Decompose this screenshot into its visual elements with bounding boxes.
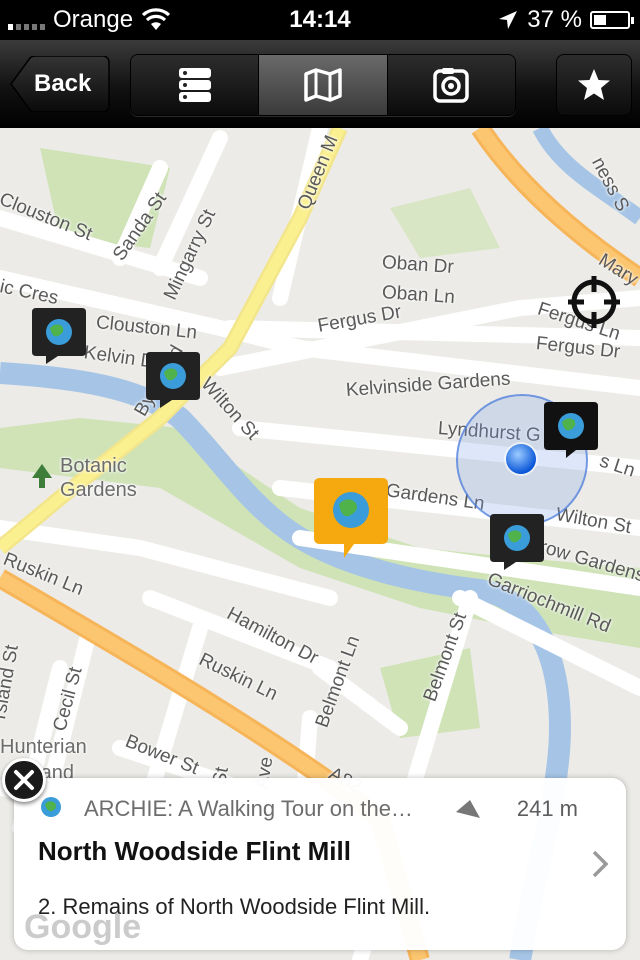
battery-percentage: 37 % <box>527 6 582 33</box>
navigation-bar: Back <box>0 40 640 129</box>
stop-title: North Woodside Flint Mill <box>38 836 351 866</box>
tour-stop-pin[interactable] <box>490 514 544 575</box>
direction-arrow-icon <box>456 800 480 818</box>
list-view-tab[interactable] <box>131 55 260 115</box>
back-button-label: Back <box>34 70 92 97</box>
back-button[interactable]: Back <box>10 56 110 112</box>
selected-tour-stop-pin[interactable] <box>314 478 388 563</box>
camera-icon <box>433 68 470 103</box>
camera-view-tab[interactable] <box>387 55 515 115</box>
close-card-button[interactable] <box>2 758 46 802</box>
tour-stop-pin[interactable] <box>32 308 86 369</box>
battery-icon <box>590 11 634 29</box>
map-icon <box>304 68 342 102</box>
tour-name: ARCHIE: A Walking Tour on the… <box>84 796 413 821</box>
status-bar: Orange 14:14 37 % <box>0 0 640 40</box>
tour-stop-pin[interactable] <box>146 352 200 413</box>
locate-me-icon[interactable] <box>566 274 622 330</box>
map-view-tab[interactable] <box>259 55 388 115</box>
distance-label: 241 m <box>516 796 578 821</box>
poi-label: Botanic Gardens <box>60 455 137 501</box>
list-icon <box>178 68 211 102</box>
favorite-button[interactable] <box>556 54 632 116</box>
close-icon <box>14 770 34 790</box>
location-services-icon <box>499 11 518 29</box>
map-attribution: Google <box>24 908 142 946</box>
view-mode-segmented-control <box>130 54 516 116</box>
tour-stop-pin[interactable] <box>544 402 598 463</box>
globe-icon <box>41 797 61 817</box>
tree-icon <box>32 464 52 488</box>
user-location-dot <box>506 444 536 474</box>
chevron-right-icon[interactable] <box>592 850 608 878</box>
star-icon <box>578 69 610 100</box>
poi-label: Hunterian <box>0 736 87 758</box>
